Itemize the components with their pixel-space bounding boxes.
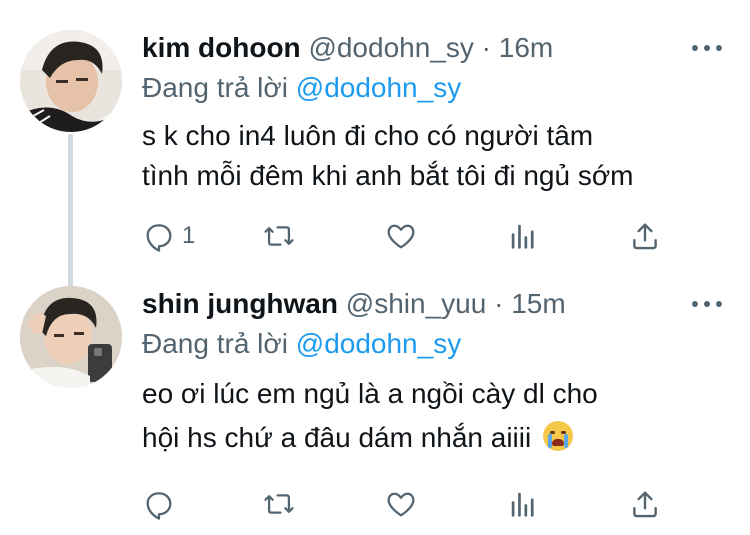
replying-prefix: Đang trả lời — [142, 328, 288, 359]
like-button[interactable] — [384, 484, 424, 524]
replying-to-mention[interactable]: @dodohn_sy — [296, 328, 461, 359]
reply-button[interactable] — [142, 484, 182, 524]
tweet-header: shin junghwan @shin_yuu · 15m — [142, 286, 566, 322]
tweet-actions — [142, 484, 682, 524]
loudly-crying-face-emoji — [543, 421, 573, 451]
share-icon — [633, 491, 657, 518]
separator-dot: · — [494, 288, 504, 319]
analytics-icon — [511, 492, 534, 517]
user-handle[interactable]: @shin_yuu — [346, 288, 487, 319]
tweet-text: eo ơi lúc em ngủ là a ngồi cày dl cho hộ… — [142, 374, 732, 458]
avatar[interactable] — [20, 286, 122, 388]
retweet-icon — [264, 494, 294, 514]
more-dot — [692, 301, 698, 307]
replying-to-line: Đang trả lời @dodohn_sy — [142, 326, 461, 362]
reply-icon — [146, 492, 172, 520]
tweet[interactable]: shin junghwan @shin_yuu · 15m Đang trả l… — [0, 0, 750, 535]
display-name[interactable]: shin junghwan — [142, 288, 338, 319]
avatar-photo — [20, 286, 122, 388]
more-icon[interactable] — [692, 289, 722, 319]
share-button[interactable] — [628, 484, 662, 524]
more-dot — [704, 301, 710, 307]
tweet-timestamp[interactable]: 15m — [511, 288, 565, 319]
tweet-text-line: hội hs chứ a đâu dám nhắn aiiii — [142, 422, 532, 453]
like-icon — [387, 492, 415, 517]
tweet-text-line: eo ơi lúc em ngủ là a ngồi cày dl cho — [142, 378, 598, 409]
analytics-button[interactable] — [506, 484, 540, 524]
retweet-button[interactable] — [262, 484, 302, 524]
more-dot — [716, 301, 722, 307]
tweet-text-line-with-emoji: hội hs chứ a đâu dám nhắn aiiii — [142, 418, 732, 458]
